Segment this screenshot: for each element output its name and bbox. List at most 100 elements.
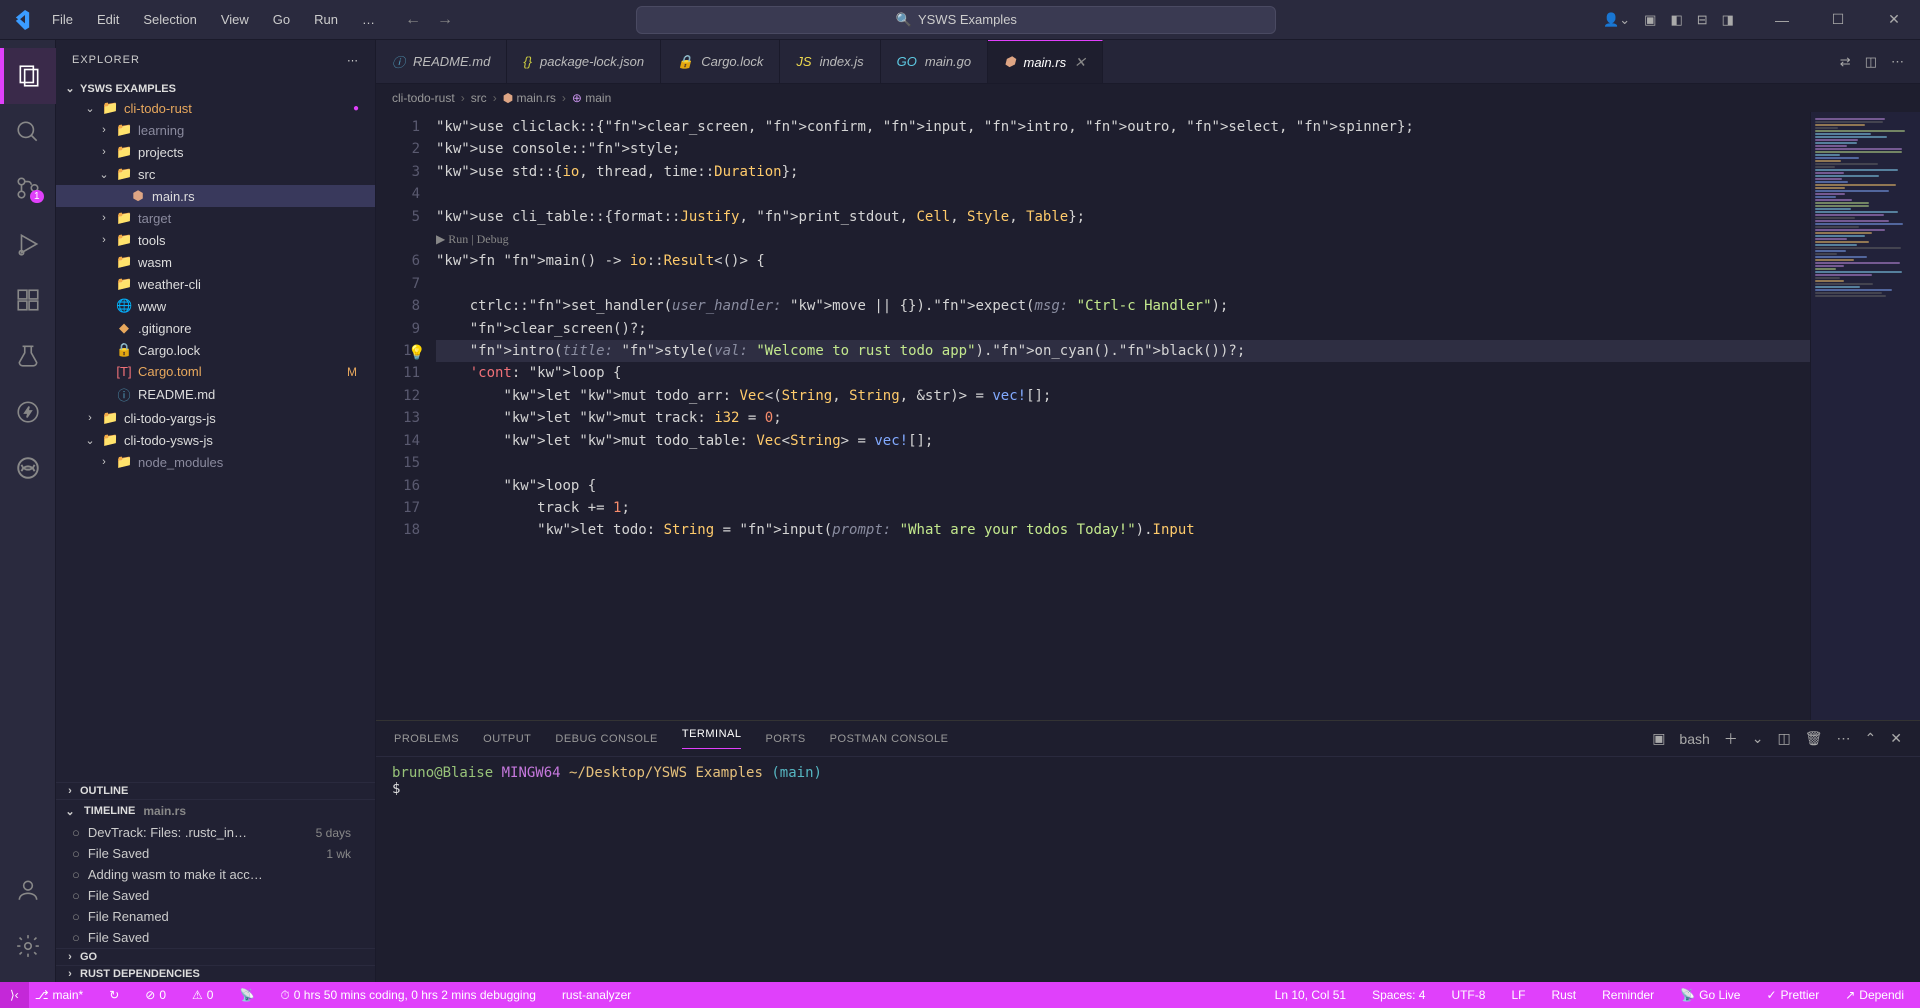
status--[interactable]: 📡 [233, 988, 260, 1002]
breadcrumb[interactable]: cli-todo-rust›src›⬢ main.rs›⊕ main [376, 84, 1920, 112]
tab-package-lock.json[interactable]: {}package-lock.json [507, 40, 661, 83]
copilot-icon[interactable]: 👤⌄ [1603, 12, 1630, 28]
terminal-shell-icon[interactable]: ▣ [1652, 730, 1665, 747]
tree-item-cli-todo-ysws-js[interactable]: ⌄📁cli-todo-ysws-js [56, 429, 375, 451]
maximize-button[interactable]: ☐ [1820, 5, 1856, 35]
timeline-item[interactable]: ○File Saved [56, 927, 375, 948]
tree-item-learning[interactable]: ›📁learning [56, 119, 375, 141]
status--[interactable]: ↻ [103, 988, 125, 1002]
tree-item-weather-cli[interactable]: 📁weather-cli [56, 273, 375, 295]
code-line[interactable]: "kw">let "kw">mut track: i32 = 0; [436, 407, 1810, 429]
code-line[interactable] [436, 273, 1810, 295]
file-tree[interactable]: ⌄📁cli-todo-rust●›📁learning›📁projects⌄📁sr… [56, 97, 375, 782]
status-utf-8[interactable]: UTF-8 [1445, 988, 1491, 1002]
code-line[interactable]: "fn">clear_screen()?; [436, 318, 1810, 340]
terminal[interactable]: bruno@Blaise MINGW64 ~/Desktop/YSWS Exam… [376, 757, 1920, 982]
menu-file[interactable]: File [42, 8, 83, 31]
breadcrumb-item[interactable]: ⊕ main [572, 91, 611, 105]
code-line[interactable]: "kw">use console::"fn">style; [436, 138, 1810, 160]
tree-item-www[interactable]: 🌐www [56, 295, 375, 317]
thunder-activity[interactable] [0, 384, 56, 440]
status-reminder[interactable]: Reminder [1596, 988, 1660, 1002]
breadcrumb-item[interactable]: cli-todo-rust [392, 91, 455, 105]
lightbulb-icon[interactable]: 💡 [408, 342, 425, 364]
testing-activity[interactable] [0, 328, 56, 384]
menu-view[interactable]: View [211, 8, 259, 31]
code-line[interactable]: "kw">let "kw">mut todo_arr: Vec<(String,… [436, 385, 1810, 407]
tree-item-main.rs[interactable]: ⬢main.rs [56, 185, 375, 207]
panel-right-icon[interactable]: ◨ [1722, 12, 1734, 28]
tree-item-README.md[interactable]: ⓘREADME.md [56, 382, 375, 407]
more-terminal-icon[interactable]: ⋯ [1837, 730, 1851, 747]
sidebar-more-icon[interactable]: ⋯ [347, 54, 359, 67]
status-spaces-4[interactable]: Spaces: 4 [1366, 988, 1431, 1002]
tree-item-target[interactable]: ›📁target [56, 207, 375, 229]
timeline-item[interactable]: ○File Saved1 wk [56, 843, 375, 864]
status-ln-10-col-51[interactable]: Ln 10, Col 51 [1269, 988, 1352, 1002]
graph-activity[interactable] [0, 440, 56, 496]
kill-terminal-icon[interactable]: 🗑 [1805, 730, 1823, 747]
menu-run[interactable]: Run [304, 8, 348, 31]
menu-go[interactable]: Go [263, 8, 300, 31]
panel-left-icon[interactable]: ◧ [1670, 12, 1682, 28]
menu-selection[interactable]: Selection [133, 8, 206, 31]
workspace-section[interactable]: ⌄ YSWS EXAMPLES [56, 80, 375, 97]
terminal-dropdown-icon[interactable]: ⌄ [1752, 730, 1764, 747]
tree-item-Cargo.toml[interactable]: [T]Cargo.tomlM [56, 361, 375, 382]
status-0[interactable]: ⚠0 [186, 988, 219, 1002]
layout-icon[interactable]: ▣ [1644, 12, 1656, 28]
panel-tab-debug-console[interactable]: DEBUG CONSOLE [555, 733, 657, 745]
more-tabs-icon[interactable]: ⋯ [1891, 54, 1904, 70]
panel-tab-postman-console[interactable]: POSTMAN CONSOLE [830, 733, 949, 745]
tree-item-cli-todo-yargs-js[interactable]: ›📁cli-todo-yargs-js [56, 407, 375, 429]
panel-tab-output[interactable]: OUTPUT [483, 733, 531, 745]
debug-activity[interactable] [0, 216, 56, 272]
code-editor[interactable]: "kw">use cliclack::{"fn">clear_screen, "… [436, 112, 1810, 720]
status-lf[interactable]: LF [1505, 988, 1531, 1002]
split-terminal-icon[interactable]: ◫ [1778, 730, 1791, 747]
code-line[interactable]: "kw">use cliclack::{"fn">clear_screen, "… [436, 116, 1810, 138]
menu-…[interactable]: … [352, 8, 385, 31]
status-rust-analyzer[interactable]: rust-analyzer [556, 988, 637, 1002]
panel-tab-terminal[interactable]: TERMINAL [682, 728, 742, 749]
nav-back-icon[interactable]: ← [405, 11, 421, 29]
timeline-item[interactable]: ○File Renamed [56, 906, 375, 927]
tab-main.rs[interactable]: ⬢main.rs✕ [988, 40, 1103, 83]
menu-edit[interactable]: Edit [87, 8, 129, 31]
panel-bottom-icon[interactable]: ⊟ [1697, 12, 1708, 28]
status-prettier[interactable]: ✓Prettier [1760, 988, 1825, 1002]
tree-item-node_modules[interactable]: ›📁node_modules [56, 451, 375, 473]
tree-item-.gitignore[interactable]: ◆.gitignore [56, 317, 375, 339]
tab-main.go[interactable]: GOmain.go [881, 40, 988, 83]
status-dependi[interactable]: ↗Dependi [1839, 988, 1910, 1002]
code-line[interactable]: ctrlc::"fn">set_handler(user_handler: "k… [436, 295, 1810, 317]
tab-README.md[interactable]: ⓘREADME.md [376, 40, 507, 83]
tab-Cargo.lock[interactable]: 🔒Cargo.lock [661, 40, 780, 83]
panel-tab-ports[interactable]: PORTS [765, 733, 805, 745]
nav-forward-icon[interactable]: → [437, 11, 453, 29]
panel-tab-problems[interactable]: PROBLEMS [394, 733, 459, 745]
search-activity[interactable] [0, 104, 56, 160]
tree-item-tools[interactable]: ›📁tools [56, 229, 375, 251]
status-go-live[interactable]: 📡Go Live [1674, 988, 1746, 1002]
tree-item-Cargo.lock[interactable]: 🔒Cargo.lock [56, 339, 375, 361]
new-terminal-icon[interactable]: ＋ [1724, 729, 1738, 749]
code-line[interactable]: 💡 "fn">intro(title: "fn">style(val: "Wel… [436, 340, 1810, 362]
timeline-item[interactable]: ○DevTrack: Files: .rustc_in…5 days [56, 822, 375, 843]
status-0-hrs-50-mins-coding[interactable]: ⏱0 hrs 50 mins coding, 0 hrs 2 mins debu… [274, 988, 542, 1003]
compare-icon[interactable]: ⇄ [1840, 54, 1851, 70]
account-activity[interactable] [0, 862, 56, 918]
go-section[interactable]: › GO [56, 949, 375, 965]
close-panel-icon[interactable]: ✕ [1890, 730, 1902, 747]
minimize-button[interactable]: — [1764, 5, 1800, 35]
code-line[interactable]: "kw">let "kw">mut todo_table: Vec<String… [436, 430, 1810, 452]
code-line[interactable]: "kw">use std::{io, thread, time::Duratio… [436, 161, 1810, 183]
minimap[interactable] [1810, 112, 1920, 720]
extensions-activity[interactable] [0, 272, 56, 328]
breadcrumb-item[interactable]: src [471, 91, 487, 105]
code-line[interactable]: 'cont: "kw">loop { [436, 362, 1810, 384]
tree-item-cli-todo-rust[interactable]: ⌄📁cli-todo-rust● [56, 97, 375, 119]
command-center[interactable]: 🔍 YSWS Examples [636, 6, 1276, 34]
code-line[interactable]: "kw">fn "fn">main() -> io::Result<()> { [436, 250, 1810, 272]
code-line[interactable] [436, 183, 1810, 205]
